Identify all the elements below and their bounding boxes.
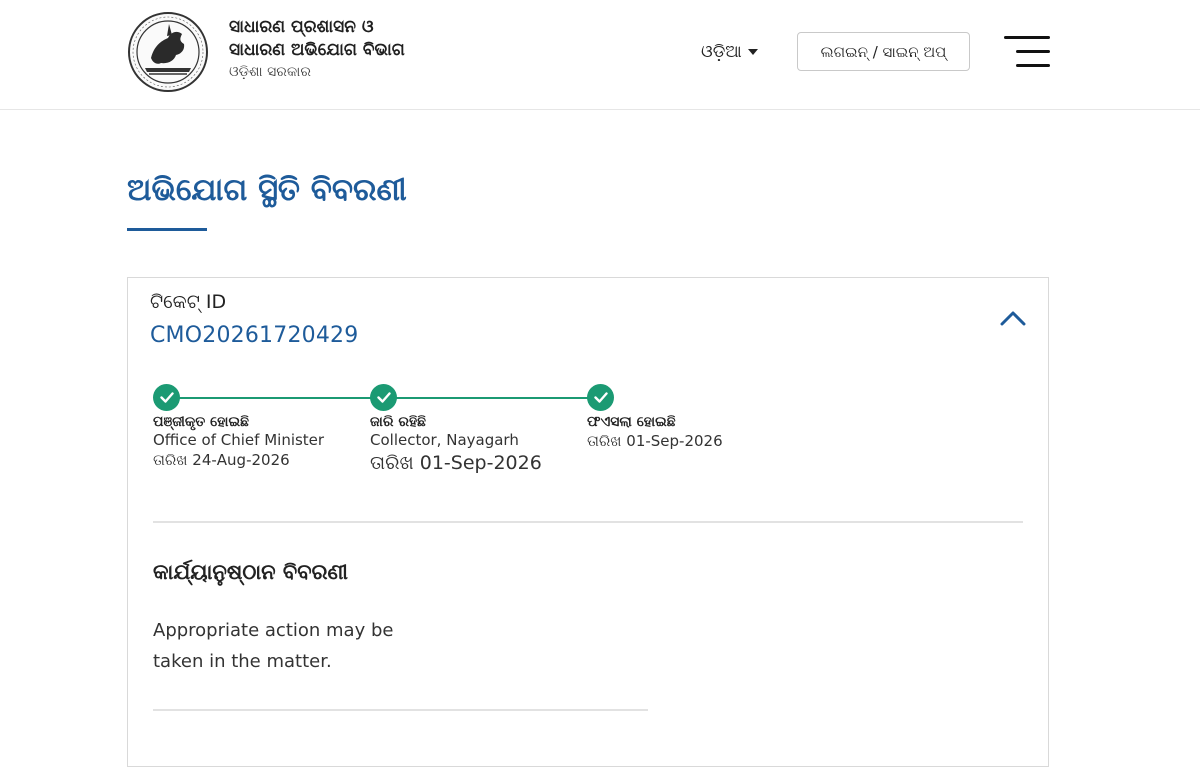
org-name-line1: ସାଧାରଣ ପ୍ରଶାସନ ଓ xyxy=(229,17,374,37)
check-circle-icon xyxy=(370,384,397,411)
action-details-text: Appropriate action may be taken in the m… xyxy=(153,620,394,672)
odisha-emblem-icon[interactable] xyxy=(127,8,209,96)
grievance-status-card: ଟିକେଟ୍ ID CMO20261720429 ପଞ୍ଜୀକୃତ ହୋଇଛି … xyxy=(127,277,1049,767)
login-signup-button[interactable]: ଲଗଇନ୍ / ସାଇନ୍ ଅପ୍ xyxy=(797,32,970,71)
step-title: ଜାରି ରହିଛି xyxy=(370,414,427,430)
ticket-id-label: ଟିକେଟ୍ ID xyxy=(150,291,227,313)
check-circle-icon xyxy=(587,384,614,411)
org-name-line2: ସାଧାରଣ ଅଭିଯୋଗ ବିଭାଗ xyxy=(229,40,405,60)
step-office: Collector, Nayagarh xyxy=(370,431,519,449)
action-details-heading: କାର୍ଯ୍ୟାନୁଷ୍ଠାନ ବିବରଣୀ xyxy=(153,560,348,584)
org-government-label: ଓଡ଼ିଶା ସରକାର xyxy=(229,64,311,80)
page-title: ଅଭିଯୋଗ ସ୍ଥିତି ବିବରଣୀ xyxy=(127,172,407,208)
language-label: ଓଡ଼ିଆ xyxy=(701,42,742,62)
site-header: ସାଧାରଣ ପ୍ରଶାସନ ଓ ସାଧାରଣ ଅଭିଯୋଗ ବିଭାଗ ଓଡ଼… xyxy=(0,0,1200,110)
language-selector[interactable]: ଓଡ଼ିଆ xyxy=(701,40,758,64)
title-underline xyxy=(127,228,207,231)
org-name-block: ସାଧାରଣ ପ୍ରଶାସନ ଓ ସାଧାରଣ ଅଭିଯୋଗ ବିଭାଗ ଓଡ଼… xyxy=(229,16,405,82)
section-divider xyxy=(153,521,1023,523)
step-title: ପଞ୍ଜୀକୃତ ହୋଇଛି xyxy=(153,414,250,430)
caret-down-icon xyxy=(747,49,758,55)
chevron-up-icon[interactable] xyxy=(998,308,1028,328)
step-date: ତାରିଖ 24-Aug-2026 xyxy=(153,451,290,469)
timeline-step-registered: ପଞ୍ଜୀକୃତ ହୋଇଛି Office of Chief Minister … xyxy=(153,384,324,469)
step-title: ଫଏସଲା ହୋଇଛି xyxy=(587,414,676,430)
timeline-step-in-progress: ଜାରି ରହିଛି Collector, Nayagarh ତାରିଖ 01-… xyxy=(370,384,542,474)
hamburger-menu-icon[interactable] xyxy=(1000,34,1050,70)
timeline-step-resolved: ଫଏସଲା ହୋଇଛି ତାରିଖ 01-Sep-2026 xyxy=(587,384,723,450)
step-date: ତାରିଖ 01-Sep-2026 xyxy=(587,432,723,450)
step-date: ତାରିଖ 01-Sep-2026 xyxy=(370,452,542,474)
ticket-id-value: CMO20261720429 xyxy=(150,323,359,348)
section-divider xyxy=(153,709,648,711)
step-office: Office of Chief Minister xyxy=(153,431,325,449)
check-circle-icon xyxy=(153,384,180,411)
